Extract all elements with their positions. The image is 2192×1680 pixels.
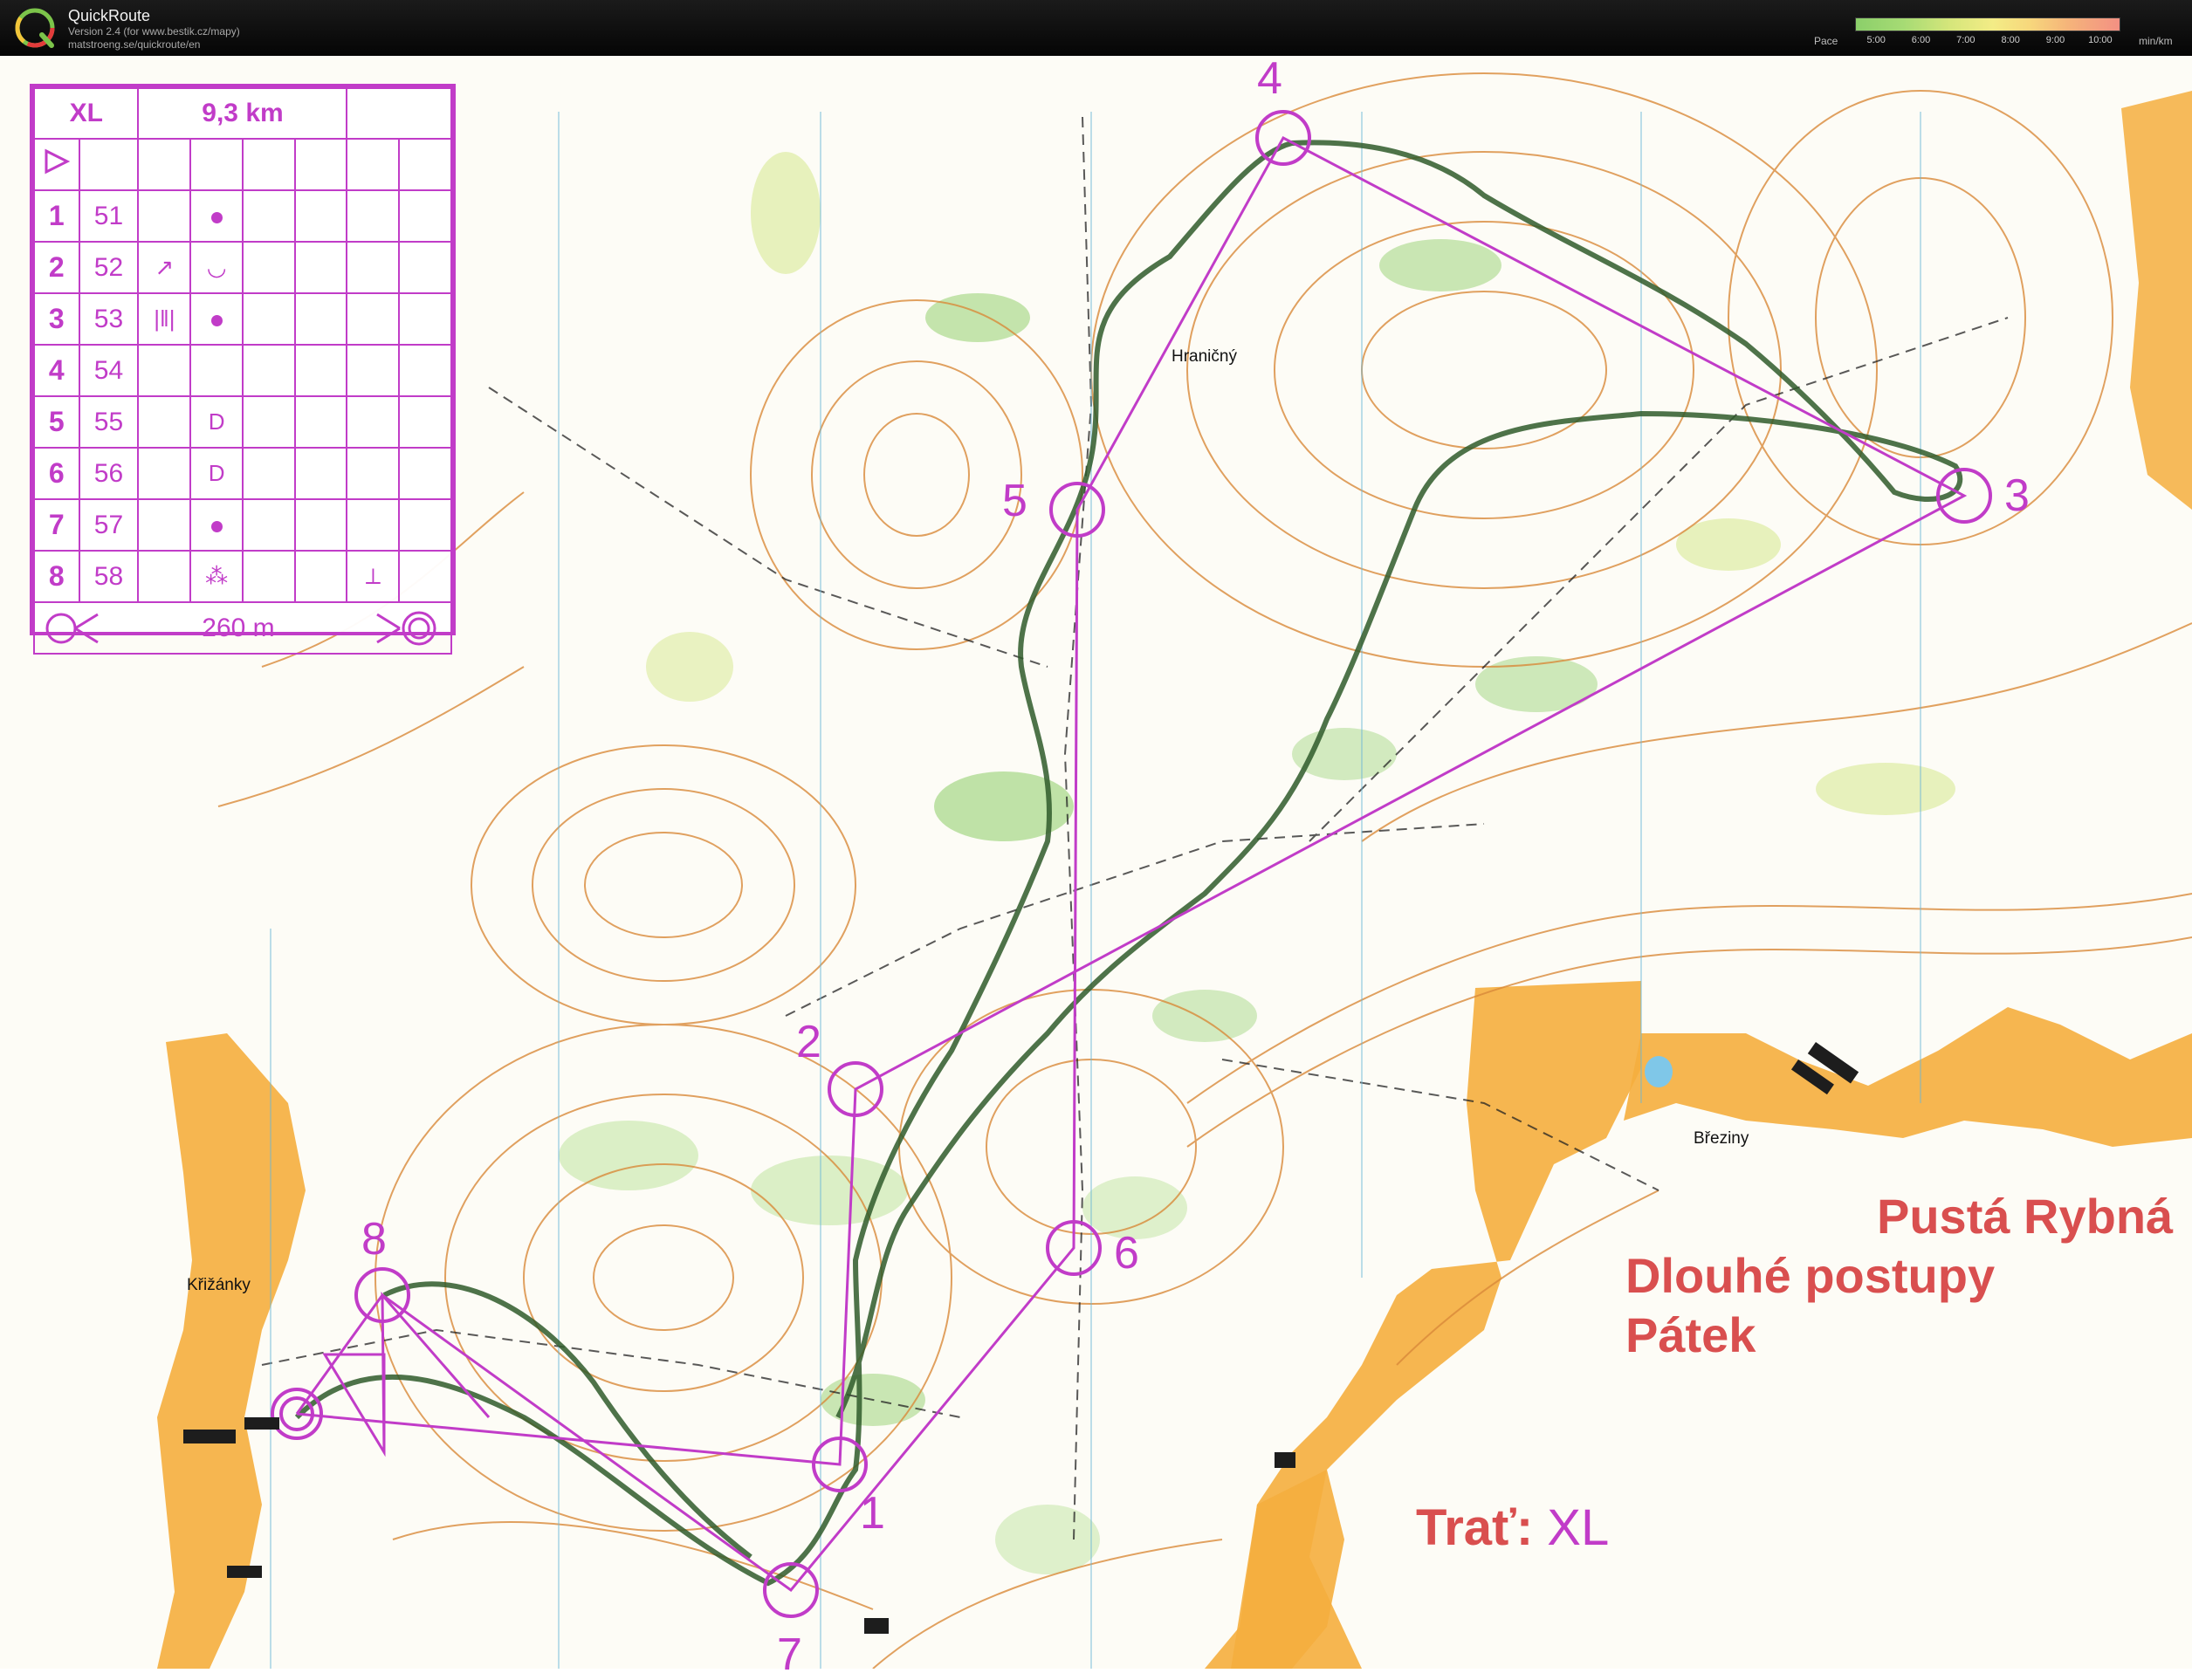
desc-row: 2 52 ↗ ◡: [33, 241, 452, 294]
control-number-6: 6: [1114, 1228, 1139, 1279]
control-number-7: 7: [777, 1629, 802, 1680]
desc-row: 1 51: [33, 189, 452, 243]
desc-row-num: 5: [33, 395, 80, 449]
desc-class: XL: [32, 87, 140, 140]
course-class: XL: [1547, 1499, 1610, 1556]
desc-row-num: 2: [33, 241, 80, 294]
pace-tick: 8:00: [2001, 35, 2020, 45]
bracket-icon: D: [189, 395, 244, 449]
pond: [1645, 1056, 1673, 1087]
control-number-8: 8: [361, 1214, 387, 1265]
pace-color-bar: [1855, 17, 2120, 31]
desc-row: 6 56 D: [33, 447, 452, 500]
desc-row-num: 1: [33, 189, 80, 243]
bars-icon: |‖|: [137, 292, 192, 346]
app-version: Version 2.4 (for www.bestik.cz/mapy): [68, 25, 240, 38]
control-number-1: 1: [860, 1488, 885, 1539]
desc-row-num: 3: [33, 292, 80, 346]
desc-row-num: 6: [33, 447, 80, 500]
desc-finish-distance: 260 m: [202, 613, 275, 642]
arrow-ne-icon: ↗: [137, 241, 192, 294]
app-header: QuickRoute Version 2.4 (for www.bestik.c…: [0, 0, 2192, 56]
app-url: matstroeng.se/quickroute/en: [68, 38, 201, 51]
desc-row-code: 52: [78, 241, 140, 294]
pace-tick: 10:00: [2088, 35, 2113, 45]
desc-row-code: 54: [78, 344, 140, 397]
contour-lines: [217, 72, 2192, 1669]
desc-distance: 9,3 km: [137, 87, 348, 140]
desc-row-code: 53: [78, 292, 140, 346]
dot-icon: [210, 521, 223, 532]
pace-unit: min/km: [2139, 35, 2173, 47]
course-class-title: Trať: XL: [1416, 1503, 1609, 1553]
desc-row: 8 58 ⁂ ⟂: [33, 550, 452, 603]
desc-finish-row: 260 m: [33, 601, 452, 655]
quickroute-logo-icon: [15, 8, 55, 48]
pace-tick: 5:00: [1866, 35, 1886, 45]
course-lines: [295, 135, 1968, 1593]
corner-icon: ⟂: [346, 550, 401, 603]
pace-tick: 9:00: [2045, 35, 2065, 45]
gps-route: [294, 140, 1963, 1587]
finish-start-icon: [45, 613, 99, 643]
app-title: QuickRoute: [68, 7, 151, 24]
pace-ticks: 5:00 6:00 7:00 8:00 9:00 10:00: [1855, 35, 2119, 47]
pace-tick: 6:00: [1911, 35, 1931, 45]
place-name-breziny: Březiny: [1694, 1129, 1749, 1148]
place-name-hranicny: Hraničný: [1172, 347, 1237, 366]
control-number-3: 3: [2004, 470, 2030, 521]
bracket-icon: D: [189, 447, 244, 500]
finish-circle-icon: [376, 611, 436, 645]
place-name-krizanky: Křižánky: [187, 1276, 251, 1294]
dot-icon: [210, 212, 223, 223]
desc-row: 4 54: [33, 344, 452, 397]
desc-row: 7 57: [33, 498, 452, 552]
desc-row-code: 56: [78, 447, 140, 500]
control-number-2: 2: [796, 1017, 821, 1067]
dot-icon: [210, 315, 223, 326]
depression-icon: ◡: [189, 241, 244, 294]
desc-row-code: 57: [78, 498, 140, 552]
pace-tick: 7:00: [1956, 35, 1976, 45]
desc-row-num: 7: [33, 498, 80, 552]
desc-row-code: 55: [78, 395, 140, 449]
terrain-layer: [157, 91, 2192, 1669]
map-title-pusta-rybna: Pustá Rybná: [1877, 1189, 2174, 1244]
desc-row: 3 53 |‖|: [33, 292, 452, 346]
course-label: Trať:: [1416, 1499, 1534, 1556]
start-triangle-icon[interactable]: [322, 1353, 386, 1457]
map-title-dlouhe-postupy: Dlouhé postupy: [1625, 1248, 1996, 1303]
control-number-4: 4: [1257, 53, 1282, 104]
stony-ground-icon: ⁂: [189, 550, 244, 603]
control-number-5: 5: [1002, 476, 1027, 526]
control-description-sheet: XL 9,3 km 1 51 2 52 ↗ ◡ 3 53 |‖| 4 54 5 …: [30, 84, 456, 655]
desc-row-code: 51: [78, 189, 140, 243]
desc-row: 5 55 D: [33, 395, 452, 449]
desc-start-symbol: [33, 138, 80, 191]
pace-label: Pace: [1814, 35, 1838, 47]
desc-row-code: 58: [78, 550, 140, 603]
desc-row-num: 4: [33, 344, 80, 397]
map-title-patek: Pátek: [1625, 1307, 1756, 1362]
desc-row-num: 8: [33, 550, 80, 603]
start-triangle-icon: [45, 148, 71, 174]
